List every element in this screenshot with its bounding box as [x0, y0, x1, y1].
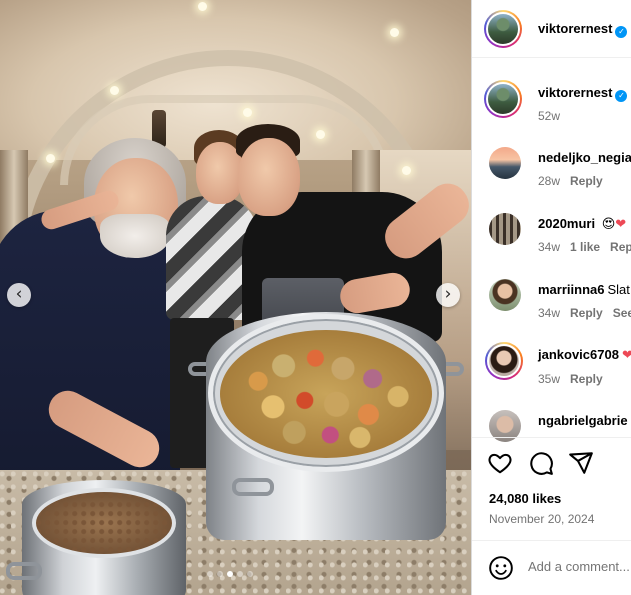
- reply-button[interactable]: Reply: [570, 306, 603, 320]
- ceiling-light: [46, 154, 55, 163]
- caption-username[interactable]: viktorernest ✓: [538, 85, 628, 102]
- carousel-dots: [207, 571, 253, 577]
- carousel-prev-button[interactable]: ‹: [7, 283, 31, 307]
- comment-text: Slat: [607, 282, 630, 297]
- post-photo[interactable]: ‹ ›: [0, 0, 471, 595]
- carousel-dot-active: [227, 571, 233, 577]
- comment-username[interactable]: marriinna6 Slat: [538, 282, 630, 297]
- comment-username[interactable]: ngabrielgabrie: [538, 413, 628, 428]
- comment-meta: 34wReplySee: [538, 306, 631, 320]
- emoji-icon[interactable]: [488, 555, 514, 581]
- caption-time: 52w: [538, 109, 561, 123]
- share-icon[interactable]: [568, 450, 594, 476]
- comment-meta: 35w Reply: [538, 372, 603, 386]
- ceiling-light: [402, 166, 411, 175]
- ceiling-light: [110, 86, 119, 95]
- post-actions: [472, 437, 631, 489]
- comment-username[interactable]: jankovic6708❤: [538, 347, 631, 363]
- reply-button[interactable]: Rep: [610, 240, 631, 254]
- reply-button[interactable]: Reply: [570, 372, 603, 386]
- add-comment-bar: [472, 540, 631, 595]
- reply-button[interactable]: Reply: [570, 174, 603, 188]
- post-header: viktorernest ✓: [472, 0, 631, 58]
- cabbage-rolls: [220, 330, 432, 458]
- ceiling-light: [198, 2, 207, 11]
- heart-icon[interactable]: [487, 450, 513, 476]
- see-translation-button[interactable]: See: [613, 306, 631, 320]
- comment-icon[interactable]: [528, 450, 554, 476]
- carousel-dot: [207, 571, 213, 577]
- caption-avatar[interactable]: [484, 80, 522, 118]
- comments-panel: viktorernest ✓ viktorernest ✓ 52w nedeljko…: [471, 0, 631, 595]
- comment-emoji: 😍: [601, 217, 616, 232]
- ceiling-light: [390, 28, 399, 37]
- comment-input[interactable]: [528, 559, 631, 574]
- carousel-next-button[interactable]: ›: [436, 283, 460, 307]
- verified-badge-icon: ✓: [615, 26, 628, 38]
- ceiling-light: [316, 130, 325, 139]
- minced-meat: [32, 488, 176, 558]
- pot-handle: [232, 478, 274, 496]
- comment-meta: 28w Reply: [538, 174, 603, 188]
- commenter-avatar[interactable]: [489, 213, 521, 245]
- comment-meta: 34w 1 like Rep: [538, 240, 631, 254]
- verified-badge-icon: ✓: [615, 90, 628, 102]
- pot-handle: [6, 562, 42, 580]
- carousel-dot: [217, 571, 223, 577]
- author-avatar[interactable]: [484, 10, 522, 48]
- commenter-avatar[interactable]: [489, 279, 521, 311]
- comment-emoji: ❤: [615, 217, 627, 232]
- comment-likes[interactable]: 1 like: [570, 240, 600, 254]
- likes-count[interactable]: 24,080 likes: [489, 491, 561, 506]
- comment-emoji: ❤: [622, 348, 631, 363]
- ceiling-light: [243, 108, 252, 117]
- comment-username[interactable]: 2020muri 😍❤: [538, 216, 626, 232]
- carousel-dot: [247, 571, 253, 577]
- commenter-avatar[interactable]: [489, 147, 521, 179]
- post-date: November 20, 2024: [489, 512, 595, 526]
- comment-username[interactable]: nedeljko_negia: [538, 150, 631, 165]
- carousel-dot: [237, 571, 243, 577]
- author-username[interactable]: viktorernest ✓: [538, 21, 628, 38]
- commenter-avatar[interactable]: [485, 342, 523, 380]
